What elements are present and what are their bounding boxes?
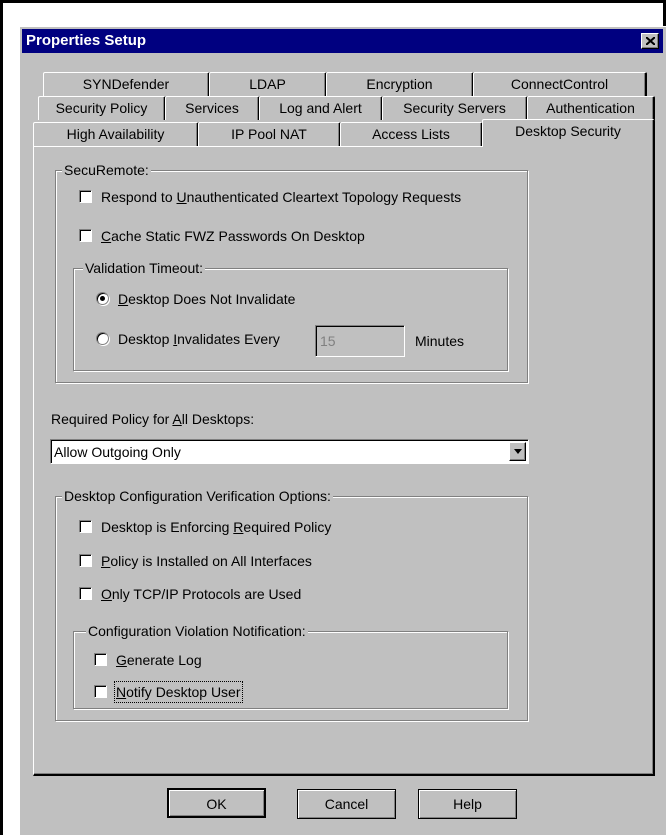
window-title: Properties Setup	[26, 32, 147, 49]
required-policy-value: Allow Outgoing Only	[54, 444, 181, 460]
generate-log-checkbox[interactable]	[94, 653, 107, 666]
dropdown-button[interactable]	[509, 442, 526, 461]
respond-unauth-label[interactable]: Respond to Unauthenticated Cleartext Top…	[101, 188, 461, 206]
tab-log-and-alert[interactable]: Log and Alert	[259, 96, 383, 120]
invalidate-every-label[interactable]: Desktop Invalidates Every	[118, 330, 280, 348]
verification-options-legend: Desktop Configuration Verification Optio…	[62, 487, 333, 505]
close-button[interactable]	[641, 33, 659, 49]
radio-selected-dot	[100, 296, 105, 301]
tab-access-lists[interactable]: Access Lists	[340, 122, 483, 146]
no-invalidate-label[interactable]: Desktop Does Not Invalidate	[118, 290, 295, 308]
ok-button[interactable]: OK	[167, 788, 266, 818]
help-button[interactable]: Help	[418, 789, 517, 819]
tcpip-only-checkbox[interactable]	[79, 587, 92, 600]
tab-authentication[interactable]: Authentication	[527, 96, 655, 120]
close-icon	[646, 37, 655, 45]
tab-services[interactable]: Services	[165, 96, 260, 120]
outer-frame-top	[0, 0, 666, 3]
required-policy-select[interactable]: Allow Outgoing Only	[50, 439, 529, 464]
tab-security-servers[interactable]: Security Servers	[382, 96, 528, 120]
tcpip-only-label[interactable]: Only TCP/IP Protocols are Used	[101, 585, 301, 603]
tab-syndefender[interactable]: SYNDefender	[43, 72, 210, 96]
minutes-label: Minutes	[415, 333, 465, 349]
securemote-legend: SecuRemote:	[62, 161, 151, 179]
enforcing-policy-checkbox[interactable]	[79, 520, 92, 533]
generate-log-label[interactable]: Generate Log	[116, 651, 202, 669]
cache-fwz-checkbox[interactable]	[79, 229, 92, 242]
tab-ip-pool-nat[interactable]: IP Pool NAT	[198, 122, 341, 146]
tab-high-availability[interactable]: High Availability	[33, 122, 199, 146]
policy-installed-label[interactable]: Policy is Installed on All Interfaces	[101, 552, 312, 570]
title-bar[interactable]: Properties Setup	[22, 29, 663, 53]
validation-timeout-legend: Validation Timeout:	[83, 259, 206, 277]
cache-fwz-label[interactable]: Cache Static FWZ Passwords On Desktop	[101, 227, 365, 245]
cancel-button[interactable]: Cancel	[297, 789, 396, 819]
tab-connectcontrol[interactable]: ConnectControl	[473, 72, 647, 96]
chevron-down-icon	[514, 449, 522, 454]
tab-desktop-security[interactable]: Desktop Security	[482, 119, 655, 147]
required-policy-label: Required Policy for All Desktops:	[51, 411, 255, 427]
timeout-minutes-input[interactable]: 15	[315, 325, 405, 357]
tab-encryption[interactable]: Encryption	[326, 72, 474, 96]
no-invalidate-radio[interactable]	[96, 292, 109, 305]
policy-installed-checkbox[interactable]	[79, 554, 92, 567]
tab-security-policy[interactable]: Security Policy	[38, 96, 166, 120]
outer-frame-left	[0, 0, 3, 835]
validation-timeout-group	[73, 268, 508, 371]
notify-user-label[interactable]: Notify Desktop User	[114, 681, 243, 703]
tab-ldap[interactable]: LDAP	[209, 72, 327, 96]
invalidate-every-radio[interactable]	[96, 332, 109, 345]
violation-notification-legend: Configuration Violation Notification:	[86, 622, 308, 640]
respond-unauth-checkbox[interactable]	[79, 190, 92, 203]
notify-user-checkbox[interactable]	[94, 685, 107, 698]
enforcing-policy-label[interactable]: Desktop is Enforcing Required Policy	[101, 518, 331, 536]
